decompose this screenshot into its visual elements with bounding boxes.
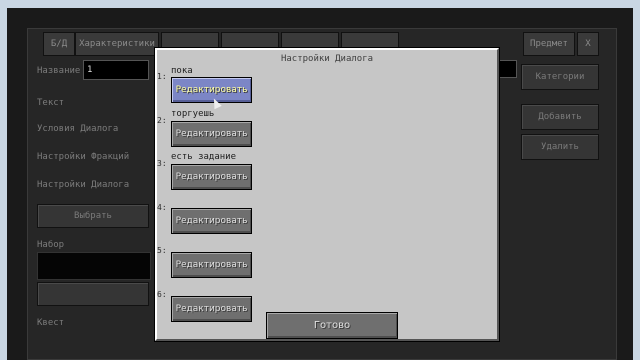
label-name: Название	[37, 66, 81, 76]
label-set: Набор	[37, 240, 65, 250]
add-button[interactable]: Добавить	[521, 104, 599, 130]
row-number: 3:	[157, 159, 167, 168]
tab-item[interactable]: Предмет	[523, 32, 575, 56]
label-quest: Квест	[37, 318, 65, 328]
edit-button-4[interactable]: Редактировать	[171, 208, 252, 234]
game-viewport: Б/Д Характеристики Предмет X Название 1 …	[7, 8, 633, 360]
window-frame-left	[0, 8, 7, 360]
row-number: 2:	[157, 116, 167, 125]
bg-select-button[interactable]: Выбрать	[37, 204, 149, 228]
row-number: 4:	[157, 203, 167, 212]
label-dialog-settings: Настройки Диалога	[37, 180, 130, 190]
tab-bd[interactable]: Б/Д	[43, 32, 75, 56]
label-conditions: Условия Диалога	[37, 124, 119, 134]
delete-button[interactable]: Удалить	[521, 134, 599, 160]
edit-button-6[interactable]: Редактировать	[171, 296, 252, 322]
edit-button-2[interactable]: Редактировать	[171, 121, 252, 147]
dialog-settings-window: Настройки Диалога 1: пока Редактировать …	[155, 48, 499, 341]
done-button[interactable]: Готово	[266, 312, 398, 339]
bg-button-2[interactable]	[37, 282, 149, 306]
row-label: торгуешь	[171, 109, 215, 119]
edit-button-3[interactable]: Редактировать	[171, 164, 252, 190]
dialog-title: Настройки Диалога	[280, 54, 374, 64]
name-field[interactable]: 1	[83, 60, 149, 80]
label-text: Текст	[37, 98, 65, 108]
row-number: 1:	[157, 72, 167, 81]
edit-button-5[interactable]: Редактировать	[171, 252, 252, 278]
row-label: есть задание	[171, 152, 237, 162]
bg-small-field[interactable]	[497, 60, 517, 78]
label-factions: Настройки Фракций	[37, 152, 130, 162]
window-frame-right	[633, 8, 640, 360]
tab-close[interactable]: X	[577, 32, 599, 56]
row-number: 5:	[157, 246, 167, 255]
bg-black-field	[37, 252, 151, 280]
row-number: 6:	[157, 290, 167, 299]
categories-button[interactable]: Категории	[521, 64, 599, 90]
row-label: пока	[171, 66, 193, 76]
tab-characteristics[interactable]: Характеристики	[75, 32, 159, 56]
